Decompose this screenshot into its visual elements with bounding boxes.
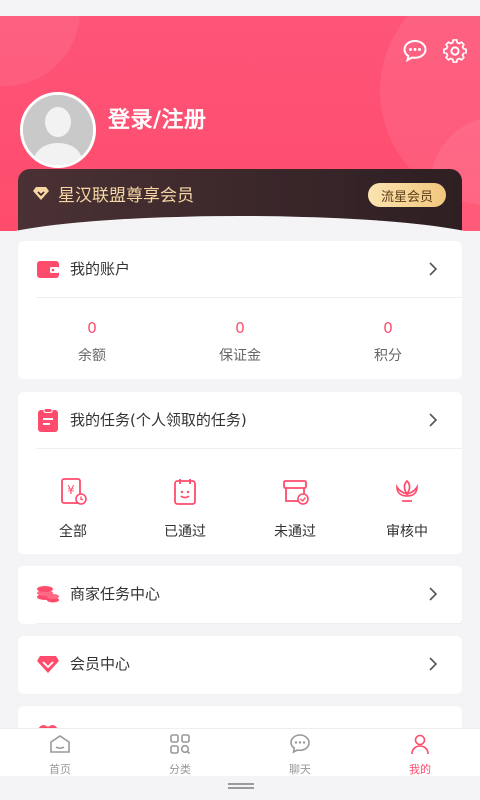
rejected-icon	[283, 480, 309, 505]
tab-home-label: 首页	[49, 763, 71, 776]
coins-icon	[37, 586, 59, 603]
points-value: 0	[383, 319, 393, 337]
message-icon	[403, 39, 427, 62]
diamond-icon	[33, 187, 49, 200]
message-button[interactable]	[400, 36, 430, 66]
gesture-handle[interactable]	[228, 783, 254, 785]
task-rejected[interactable]: 未通过	[240, 477, 350, 541]
default-user-icon	[23, 95, 93, 165]
wallet-icon	[37, 261, 59, 278]
tab-mine[interactable]: 我的	[360, 733, 480, 777]
tab-category[interactable]: 分类	[120, 733, 240, 777]
account-row[interactable]: 我的账户	[18, 241, 462, 297]
category-icon	[170, 734, 191, 755]
task-rejected-label: 未通过	[274, 524, 316, 540]
deposit-label: 保证金	[219, 348, 261, 364]
clipboard-icon	[38, 408, 58, 432]
tasks-card: 我的任务(个人领取的任务) ¥ 全部 已通过 未通过 审核中	[18, 392, 462, 554]
chevron-right-icon	[429, 587, 438, 601]
balance-stat[interactable]: 0 余额	[22, 319, 162, 365]
vip-level-badge[interactable]: 流星会员	[368, 183, 446, 207]
home-icon	[50, 735, 70, 753]
vip-diamond-icon	[37, 656, 59, 673]
member-center-card[interactable]: 会员中心	[18, 636, 462, 694]
chevron-right-icon	[429, 413, 438, 427]
approved-icon	[174, 479, 196, 505]
deposit-stat[interactable]: 0 保证金	[170, 319, 310, 365]
login-register-link[interactable]: 登录/注册	[108, 102, 207, 134]
chevron-right-icon	[429, 262, 438, 276]
merchant-task-card[interactable]: 商家任务中心	[18, 566, 462, 624]
tab-category-label: 分类	[169, 763, 191, 776]
settings-button[interactable]	[440, 36, 470, 66]
gear-icon	[443, 39, 467, 63]
deposit-value: 0	[235, 319, 245, 337]
vip-title: 星汉联盟尊享会员	[58, 186, 194, 206]
chat-icon	[290, 734, 310, 754]
tasks-title: 我的任务(个人领取的任务)	[70, 411, 247, 429]
next-menu-card[interactable]	[18, 706, 462, 732]
task-all-label: 全部	[59, 524, 87, 540]
avatar[interactable]	[20, 92, 96, 168]
gesture-bar	[0, 776, 480, 800]
lotus-icon	[396, 479, 418, 502]
user-icon	[411, 734, 429, 755]
task-reviewing-label: 审核中	[386, 524, 428, 540]
task-approved-label: 已通过	[164, 524, 206, 540]
tab-chat[interactable]: 聊天	[240, 733, 360, 777]
svg-text:¥: ¥	[67, 483, 75, 497]
status-bar	[0, 0, 480, 16]
tab-home[interactable]: 首页	[0, 733, 120, 777]
task-reviewing[interactable]: 审核中	[352, 477, 462, 541]
task-all[interactable]: ¥ 全部	[18, 477, 128, 541]
chevron-right-icon	[429, 657, 438, 671]
balance-value: 0	[87, 319, 97, 337]
balance-label: 余额	[78, 348, 106, 364]
merchant-task-label: 商家任务中心	[70, 585, 161, 603]
member-center-label: 会员中心	[70, 655, 131, 673]
points-stat[interactable]: 0 积分	[318, 319, 458, 365]
tasks-row[interactable]: 我的任务(个人领取的任务)	[18, 392, 462, 448]
task-approved[interactable]: 已通过	[130, 477, 240, 541]
tab-chat-label: 聊天	[289, 763, 311, 776]
bottom-tab-bar: 首页 分类 聊天 我的	[0, 728, 480, 776]
account-card: 我的账户 0 余额 0 保证金 0 积分	[18, 241, 462, 379]
account-title: 我的账户	[70, 260, 131, 278]
tab-mine-label: 我的	[409, 763, 431, 776]
points-label: 积分	[374, 348, 402, 364]
money-doc-icon: ¥	[61, 478, 87, 505]
